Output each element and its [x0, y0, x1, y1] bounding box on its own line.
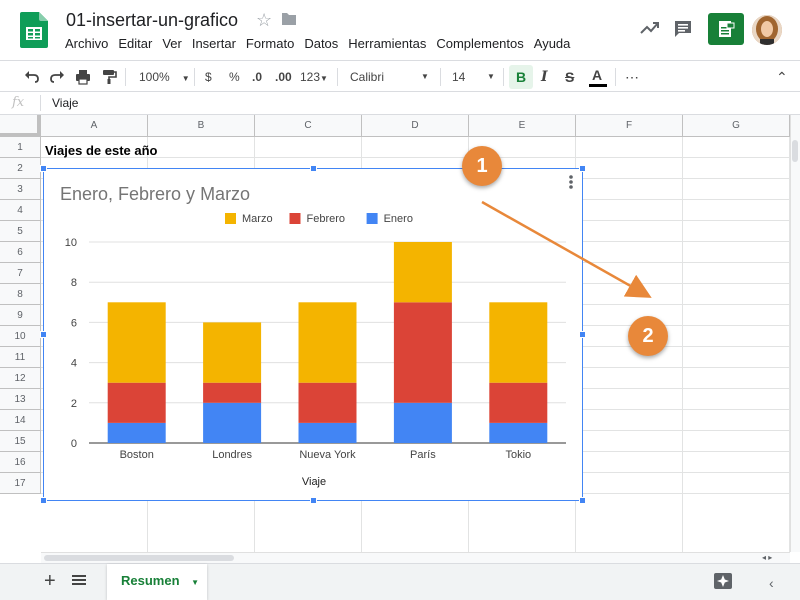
sheet-bar: + Resumen ▼ ‹ — [0, 563, 800, 600]
chevron-down-icon: ▼ — [191, 578, 200, 587]
explore-icon[interactable] — [713, 572, 733, 590]
drag-arrow-line — [481, 200, 652, 298]
sheet-tab-label: Resumen — [121, 573, 180, 588]
callout-badge-1: 1 — [462, 146, 502, 186]
side-panel-toggle-icon[interactable]: ‹ — [769, 575, 774, 591]
callout-badge-2: 2 — [628, 316, 668, 356]
drag-arrow — [481, 200, 652, 298]
add-sheet-button[interactable]: + — [44, 570, 56, 593]
all-sheets-menu-icon[interactable] — [72, 574, 86, 586]
sheet-tab-resumen[interactable]: Resumen ▼ — [107, 564, 207, 600]
